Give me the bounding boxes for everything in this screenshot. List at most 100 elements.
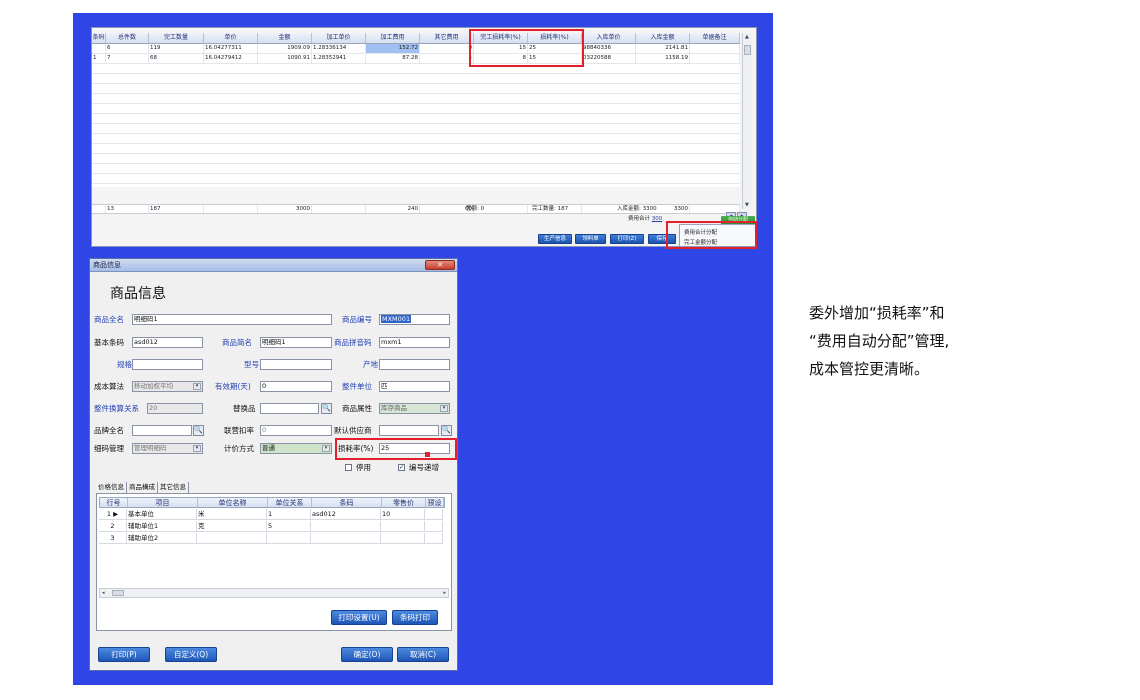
price-cell-preset[interactable] [425,533,443,543]
cell-in-amount[interactable]: 2141.81 [636,44,690,53]
scroll-thumb[interactable] [744,45,751,55]
barcode-print-button[interactable]: 条码打印 [392,610,438,625]
attribute-select[interactable]: 库存商品 ▾ [379,403,450,414]
chevron-down-icon[interactable]: ▾ [440,405,448,412]
validity-input[interactable]: 0 [260,381,332,392]
custom-button[interactable]: 自定义(Q) [165,647,217,662]
print-button[interactable]: 打印(Z) [610,234,644,244]
col-header-barcode[interactable]: 条码 [92,33,106,43]
price-col-item[interactable]: 项目 [128,498,198,507]
code-input[interactable]: MXM001 [379,314,450,325]
col-header-in-amount[interactable]: 入库金额 [636,33,690,43]
price-cell-unit[interactable] [197,533,267,543]
dialog-titlebar[interactable]: 商品信息 ✕ [90,259,457,272]
price-cell-item[interactable]: 基本单位 [127,509,197,519]
close-icon[interactable]: ✕ [425,260,455,270]
disabled-checkbox[interactable] [345,464,352,471]
detail-mgmt-select[interactable]: 管理明细码 ▾ [132,443,203,454]
search-icon[interactable]: 🔍 [321,403,332,414]
pricing-select[interactable]: 普通 ▾ [260,443,332,454]
cell-price[interactable]: 16.04277311 [204,44,258,53]
cost-method-select[interactable]: 移动加权平均 ▾ [132,381,203,392]
supplier-input[interactable] [379,425,439,436]
origin-input[interactable] [379,359,450,370]
price-cell-unit[interactable]: 克 [197,521,267,531]
cell-proc-fee-selected[interactable]: 152.72 [366,44,420,53]
chevron-down-icon[interactable]: ▾ [193,383,201,390]
price-cell-preset[interactable] [425,509,443,519]
cell-other-fee[interactable]: 0 [420,44,474,53]
price-col-preset[interactable]: 预设 [426,498,444,507]
price-cell-unit[interactable]: 米 [197,509,267,519]
short-name-input[interactable]: 明细码1 [260,337,332,348]
price-cell-relation[interactable]: 1 [267,509,311,519]
cell-note[interactable] [690,44,740,53]
full-name-input[interactable]: 明细码1 [132,314,332,325]
col-header-price[interactable]: 单价 [204,33,258,43]
cell-qty[interactable]: 119 [149,44,204,53]
cell-proc-price[interactable]: 1.28352941 [312,54,366,63]
cell-in-price[interactable]: 98840336 [582,44,636,53]
col-header-proc-fee[interactable]: 加工费用 [366,33,420,43]
cell-proc-price[interactable]: 1.28336134 [312,44,366,53]
spec-input[interactable] [132,359,203,370]
cell-in-amount[interactable]: 1158.19 [636,54,690,63]
table-row[interactable]: 1 ▶ 基本单位 米 1 asd012 10 [99,509,443,520]
col-header-note[interactable]: 单据备注 [690,33,740,43]
scroll-down-icon[interactable]: ▼ [745,202,749,208]
joint-discount-input[interactable]: 0 [260,425,332,436]
chevron-down-icon[interactable]: ▾ [322,445,330,452]
grid-vertical-scrollbar[interactable]: ▲ ▼ [742,33,752,209]
cell-pieces[interactable]: 7 [106,54,149,63]
table-row[interactable]: 3 辅助单位2 [99,533,443,544]
table-row[interactable]: 6 119 16.04277311 1909.09 1.28336134 152… [92,44,740,53]
col-header-other-fee[interactable]: 其它费用 [420,33,474,43]
unit-relation-input[interactable]: 20 [147,403,203,414]
search-icon[interactable]: 🔍 [193,425,204,436]
cell-qty[interactable]: 68 [149,54,204,63]
cell-price[interactable]: 16.04279412 [204,54,258,63]
auto-increment-checkbox[interactable]: ✓ [398,464,405,471]
price-cell-barcode[interactable] [311,533,381,543]
scroll-thumb[interactable] [112,590,124,596]
price-col-unit[interactable]: 单位名称 [198,498,268,507]
tab-price-info[interactable]: 价格信息 [96,482,127,493]
scroll-up-icon[interactable]: ▲ [745,34,749,40]
scroll-right-icon[interactable]: ▸ [443,590,446,596]
tab-other-info[interactable]: 其它信息 [158,482,189,493]
scroll-left-icon[interactable]: ◂ [102,590,105,596]
price-col-retail[interactable]: 零售价 [382,498,426,507]
pinyin-input[interactable]: mxm1 [379,337,450,348]
cell-note[interactable] [690,54,740,63]
price-col-barcode[interactable]: 条码 [312,498,382,507]
substitute-input[interactable] [260,403,319,414]
price-cell-retail[interactable]: 10 [381,509,425,519]
material-requisition-button[interactable]: 领料单 [575,234,606,244]
price-col-relation[interactable]: 单位关系 [268,498,312,507]
ok-button[interactable]: 确定(O) [341,647,393,662]
price-cell-barcode[interactable]: asd012 [311,509,381,519]
cell-proc-fee[interactable]: 87.28 [366,54,420,63]
table-row[interactable]: 2 辅助单位1 克 5 [99,521,443,532]
col-header-qty[interactable]: 完工数量 [149,33,204,43]
brand-input[interactable] [132,425,192,436]
price-cell-retail[interactable] [381,533,425,543]
price-col-no[interactable]: 行号 [100,498,128,507]
cell-amount[interactable]: 1090.91 [258,54,312,63]
tab-product-composition[interactable]: 商品構成 [127,482,158,493]
price-cell-item[interactable]: 辅助单位2 [127,533,197,543]
price-cell-barcode[interactable] [311,521,381,531]
col-header-in-price[interactable]: 入库单价 [582,33,636,43]
cancel-button[interactable]: 取消(C) [397,647,449,662]
dialog-print-button[interactable]: 打印(P) [98,647,150,662]
col-header-amount[interactable]: 金额 [258,33,312,43]
price-cell-preset[interactable] [425,521,443,531]
print-setup-button[interactable]: 打印设置(U) [331,610,387,625]
price-cell-item[interactable]: 辅助单位1 [127,521,197,531]
search-icon[interactable]: 🔍 [441,425,452,436]
cell-pieces[interactable]: 6 [106,44,149,53]
fee-total-value[interactable]: 300 [652,216,663,222]
price-table-horizontal-scrollbar[interactable]: ◂ ▸ [99,588,449,598]
price-cell-relation[interactable] [267,533,311,543]
table-row[interactable]: 1 7 68 16.04279412 1090.91 1.28352941 87… [92,54,740,63]
